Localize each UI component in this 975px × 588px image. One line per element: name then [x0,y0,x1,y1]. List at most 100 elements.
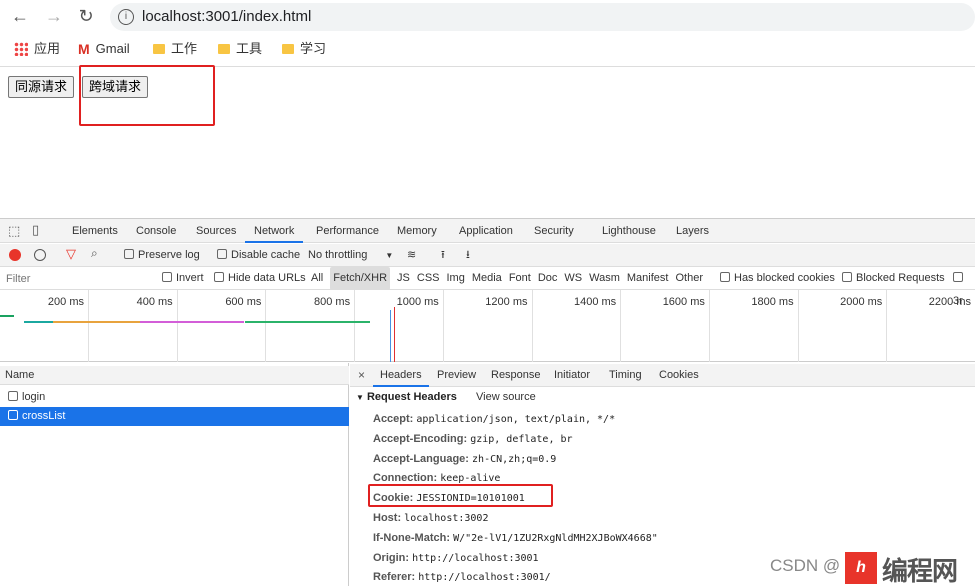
network-conditions-icon[interactable]: ≋ [407,244,416,267]
import-har-icon[interactable]: ⭱ [441,244,445,267]
url-input[interactable]: localhost:3001/index.html [110,3,975,31]
name-column-header[interactable]: Name [0,366,349,385]
triangle-down-icon: ▼ [356,393,364,402]
resource-type-filters: All Fetch/XHR JS CSS Img Media Font Doc … [311,267,703,290]
info-icon[interactable]: i [118,9,134,25]
tab-elements[interactable]: Elements [72,219,118,243]
record-icon[interactable] [9,249,21,261]
tab-security[interactable]: Security [534,219,574,243]
folder-icon [218,44,230,54]
header-value: gzip, deflate, br [470,433,573,445]
timeline-bar [245,321,370,323]
type-doc[interactable]: Doc [538,267,558,290]
has-blocked-cookies-checkbox[interactable]: Has blocked cookies [720,267,835,290]
timeline-tick-label: 1400 ms [573,296,617,308]
clear-icon[interactable] [34,249,46,261]
timeline-tick-label: 1200 ms [485,296,528,308]
preserve-log-checkbox[interactable]: Preserve log [124,244,200,267]
timeline-gridline [88,290,89,362]
filter-icon[interactable]: ▽ [66,246,76,262]
invert-checkbox[interactable]: Invert [162,267,204,290]
tab-headers[interactable]: Headers [373,363,429,387]
tab-sources[interactable]: Sources [196,219,236,243]
header-row: Referer: http://localhost:3001/ [373,567,551,588]
header-value: W/"2e-lV1/1ZU2RxgNldMH2XJBoWX4668" [453,532,658,544]
bookmark-work[interactable]: 工作 [153,38,197,60]
forward-button[interactable]: → [42,6,66,27]
bookmark-study[interactable]: 学习 [282,38,326,60]
type-font[interactable]: Font [509,267,531,290]
timeline-tick-label: 1600 ms [662,296,705,308]
type-all[interactable]: All [311,267,323,290]
close-icon[interactable]: × [358,368,365,382]
type-img[interactable]: Img [447,267,465,290]
tab-console[interactable]: Console [136,219,176,243]
bookmark-apps[interactable]: 应用 [14,38,60,60]
header-key: Referer: [373,571,416,584]
timeline-tick-label: 2000 ms [840,296,883,308]
type-media[interactable]: Media [472,267,502,290]
tab-memory[interactable]: Memory [397,219,437,243]
cookie-highlight-box [368,484,553,507]
request-headers-section[interactable]: ▼ Request Headers [356,387,457,408]
tab-response[interactable]: Response [491,363,541,387]
throttling-select[interactable]: No throttling ▼ [308,244,393,267]
request-row-login[interactable]: login [0,388,349,407]
highlight-box [79,65,215,126]
timeline-bar [140,321,244,323]
watermark-logo: h [845,552,877,584]
blocked-requests-checkbox[interactable]: Blocked Requests [842,267,945,290]
timeline-tick-label: 400 ms [136,296,173,308]
type-manifest[interactable]: Manifest [627,267,669,290]
tab-performance[interactable]: Performance [316,219,379,243]
header-row: Accept-Encoding: gzip, deflate, br [373,429,573,450]
tab-timing[interactable]: Timing [609,363,642,387]
export-har-icon[interactable]: ⭳ [466,244,470,267]
type-wasm[interactable]: Wasm [589,267,620,290]
bookmark-tools[interactable]: 工具 [218,38,262,60]
reload-button[interactable]: ↻ [74,6,98,27]
header-value: zh-CN,zh;q=0.9 [472,453,557,465]
type-fetch-xhr[interactable]: Fetch/XHR [330,267,391,290]
tab-application[interactable]: Application [459,219,513,243]
timeline-gridline [620,290,622,362]
apps-grid-icon [14,42,28,56]
tab-lighthouse[interactable]: Lighthouse [602,219,656,243]
timeline-gridline [531,290,533,362]
watermark-logo-text: 编程网 [882,556,958,586]
view-source-link[interactable]: View source [476,387,536,407]
header-row: Host: localhost:3002 [373,508,488,529]
timeline-bar [53,321,140,323]
type-ws[interactable]: WS [564,267,582,290]
timeline-tick-label: 2200 ms [928,296,971,308]
same-origin-request-button[interactable]: 同源请求 [8,76,75,98]
header-row: Accept: application/json, text/plain, */… [373,409,615,430]
disable-cache-checkbox[interactable]: Disable cache [217,244,300,267]
tab-network[interactable]: Network [245,219,304,243]
search-icon[interactable]: ⌕ [91,246,98,261]
hide-data-urls-checkbox[interactable]: Hide data URLs [214,267,306,290]
tab-preview[interactable]: Preview [437,363,476,387]
type-js[interactable]: JS [397,267,410,290]
tab-initiator[interactable]: Initiator [554,363,590,387]
gmail-icon: M [78,41,90,57]
header-value: http://localhost:3001/ [418,572,551,584]
header-value: keep-alive [440,473,501,485]
header-row: Origin: http://localhost:3001 [373,548,539,569]
type-other[interactable]: Other [675,267,703,290]
folder-icon [153,44,165,54]
header-key: Connection: [373,472,438,485]
bookmark-gmail[interactable]: M Gmail [78,38,130,60]
watermark-text: CSDN @ [770,556,841,575]
back-button[interactable]: ← [8,6,32,27]
request-row-crosslist[interactable]: crossList [0,407,349,426]
header-value: application/json, text/plain, */* [416,414,616,425]
filter-input[interactable] [0,269,150,289]
inspect-icon[interactable]: ⬚ [8,223,20,239]
type-css[interactable]: CSS [417,267,440,290]
tab-layers[interactable]: Layers [676,219,709,243]
device-toggle-icon[interactable]: ▯ [32,222,39,238]
header-row: Accept-Language: zh-CN,zh;q=0.9 [373,449,556,470]
tab-cookies[interactable]: Cookies [659,363,699,387]
timeline-tick-label: 1800 ms [751,296,794,308]
